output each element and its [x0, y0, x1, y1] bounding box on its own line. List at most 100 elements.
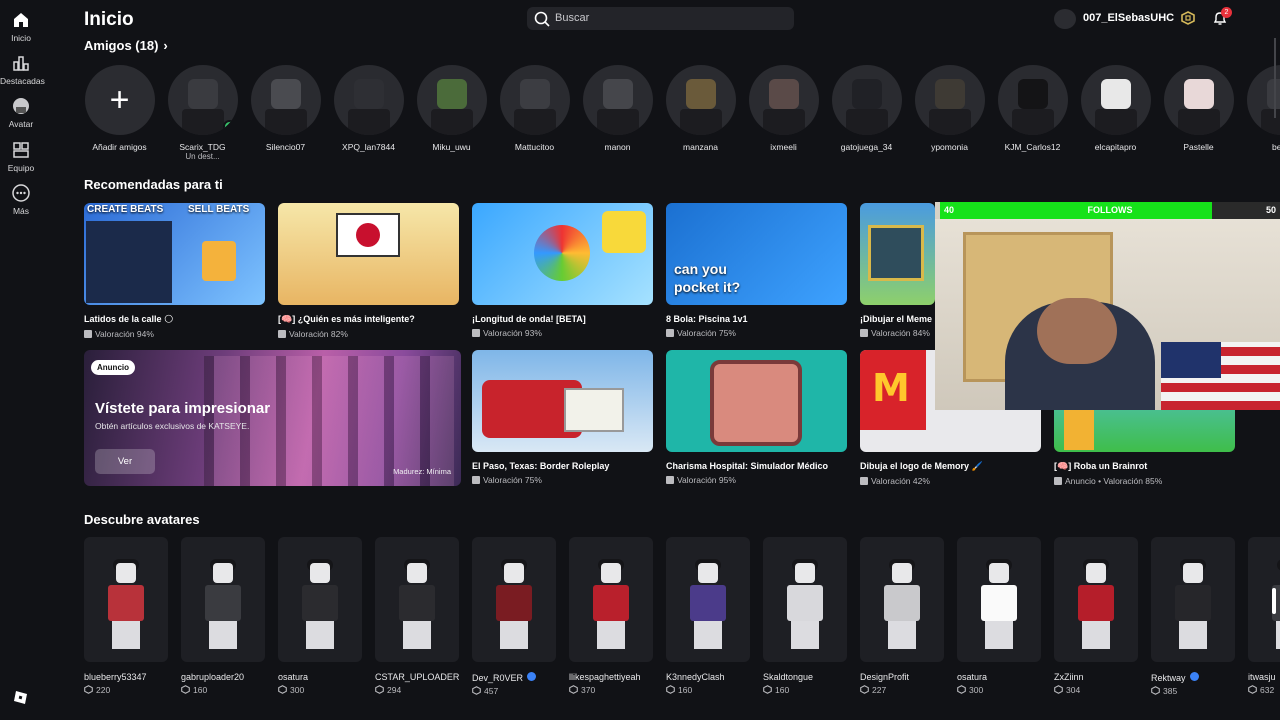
avatar-card[interactable]: osatura 300	[278, 537, 362, 695]
avatar	[333, 65, 404, 135]
ad-banner[interactable]: Anuncio Vístete para impresionar Obtén a…	[84, 350, 461, 486]
avatar-card[interactable]: CSTAR_UPLOADER 294	[375, 537, 459, 695]
game-thumbnail: can you pocket it?	[666, 203, 847, 305]
thumb-character	[602, 211, 646, 253]
thumb-character	[202, 241, 236, 281]
avatar-card[interactable]: ZxZiinn 304	[1054, 537, 1138, 695]
avatar	[914, 65, 985, 135]
game-tile[interactable]: Charisma Hospital: Simulador Médico Valo…	[666, 350, 847, 485]
robux-icon	[763, 685, 772, 694]
avatar-card[interactable]: llikespaghettiyeah 370	[569, 537, 653, 695]
avatar-card[interactable]: gabruploader20 160	[181, 537, 265, 695]
friends-header[interactable]: Amigos (18) ›	[84, 38, 168, 53]
avatar-price-row: 160	[763, 685, 847, 695]
avatar-head	[795, 563, 815, 583]
robux-icon	[278, 685, 287, 694]
friend-item[interactable]: ixmeeli	[748, 65, 819, 152]
search-input[interactable]: Buscar	[527, 7, 794, 30]
game-tile[interactable]: CREATE BEATS SELL BEATS Latidos de la ca…	[84, 203, 265, 339]
avatar-torso	[981, 585, 1017, 621]
avatar-card[interactable]: DesignProfit 227	[860, 537, 944, 695]
game-rating: Valoración 82%	[289, 329, 348, 339]
friend-item[interactable]: Mattucitoo	[499, 65, 570, 152]
friend-item[interactable]: Silencio07	[250, 65, 321, 152]
sidebar-item-mas[interactable]: Más	[0, 183, 42, 216]
scrollbar-thumb[interactable]	[1272, 588, 1276, 614]
avatar-legs	[306, 621, 334, 649]
robux-icon	[181, 685, 190, 694]
avatar-price-row: 220	[84, 685, 168, 695]
avatar-thumbnail	[181, 537, 265, 662]
sidebar-item-destacadas[interactable]: Destacadas	[0, 53, 45, 86]
avatar-body	[596, 109, 639, 135]
add-friends-button[interactable]: + Añadir amigos	[84, 65, 155, 152]
friend-item[interactable]: manon	[582, 65, 653, 152]
avatar-price-row: 294	[375, 685, 459, 695]
avatar-creator-name: itwasju	[1248, 672, 1276, 682]
game-tile[interactable]: ¡Longitud de onda! [BETA] Valoración 93%	[472, 203, 653, 338]
friend-item[interactable]: Scarix_TDG Un dest...	[167, 65, 238, 161]
sidebar-item-label: Destacadas	[0, 76, 45, 86]
avatar-creator-row: gabruploader20	[181, 672, 265, 682]
game-tile[interactable]: can you pocket it? 8 Bola: Piscina 1v1 V…	[666, 203, 847, 338]
game-tile[interactable]: ¡Dibujar el Meme Valoración 84%	[860, 203, 935, 338]
friend-item[interactable]: Pastelle	[1163, 65, 1234, 152]
game-rating: Anuncio • Valoración 85%	[1065, 476, 1163, 486]
thumbs-up-icon	[860, 329, 868, 337]
thumb-character	[1064, 410, 1094, 450]
sidebar-item-avatar[interactable]: Avatar	[0, 96, 42, 129]
avatar-head	[353, 79, 384, 109]
avatar	[665, 65, 736, 135]
game-thumbnail: CREATE BEATS SELL BEATS	[84, 203, 265, 305]
avatar-price: 227	[872, 685, 887, 695]
avatar-body	[928, 109, 971, 135]
friend-name: ixmeeli	[770, 142, 797, 152]
game-tile[interactable]: [🧠] ¿Quién es más inteligente? Valoració…	[278, 203, 459, 339]
avatar-creator-row: Dev_R0VER	[472, 672, 556, 683]
friend-item[interactable]: manzana	[665, 65, 736, 152]
avatar-body	[1260, 109, 1280, 135]
avatar-card[interactable]: K3nnedyClash 160	[666, 537, 750, 695]
avatar-thumbnail	[278, 537, 362, 662]
game-tile[interactable]: El Paso, Texas: Border Roleplay Valoraci…	[472, 350, 653, 485]
avatar-head	[685, 79, 716, 109]
friend-item[interactable]: XPQ_lan7844	[333, 65, 404, 152]
avatar-torso	[496, 585, 532, 621]
follows-goal: 50	[1265, 205, 1276, 215]
friend-item[interactable]: gatojuega_34	[831, 65, 902, 152]
avatar-body	[679, 109, 722, 135]
friend-name: Miku_uwu	[432, 142, 471, 152]
avatar-body	[264, 109, 307, 135]
avatar-body	[513, 109, 556, 135]
avatar-price-row: 160	[181, 685, 265, 695]
thumb-id-card	[564, 388, 624, 432]
thumb-text-2: pocket it?	[674, 279, 741, 295]
avatar-card[interactable]: osatura 300	[957, 537, 1041, 695]
avatar-card[interactable]: Skaldtongue 160	[763, 537, 847, 695]
roblox-logo-icon[interactable]	[13, 690, 28, 705]
app-window: Inicio Destacadas Avatar Equipo Más Inic…	[0, 0, 1280, 720]
ad-view-button[interactable]: Ver	[95, 449, 155, 474]
sidebar-item-equipo[interactable]: Equipo	[0, 140, 42, 173]
avatar-price: 220	[96, 685, 111, 695]
sidebar-item-inicio[interactable]: Inicio	[0, 10, 42, 43]
friend-item[interactable]: Miku_uwu	[416, 65, 487, 152]
avatar-card[interactable]: itwasju 632	[1248, 537, 1280, 695]
avatar-card[interactable]: Rektway 385	[1151, 537, 1235, 696]
game-rating: Valoración 84%	[871, 328, 930, 338]
avatar-legs	[791, 621, 819, 649]
friend-item[interactable]: ypomonia	[914, 65, 985, 152]
avatar-legs	[112, 621, 140, 649]
friend-item[interactable]: elcapitapro	[1080, 65, 1151, 152]
verified-badge-icon	[527, 672, 537, 681]
avatar-creator-name: osatura	[278, 672, 309, 682]
robux-icon[interactable]	[1181, 11, 1195, 25]
avatar-card[interactable]: Dev_R0VER 457	[472, 537, 556, 696]
sidebar-item-label: Avatar	[8, 119, 34, 129]
game-rating: Valoración 75%	[483, 475, 542, 485]
friend-item[interactable]: KJM_Carlos12	[997, 65, 1068, 152]
search-placeholder: Buscar	[555, 12, 590, 24]
avatar-torso	[205, 585, 241, 621]
avatar-card[interactable]: blueberry53347 220	[84, 537, 168, 695]
home-icon	[14, 13, 28, 27]
